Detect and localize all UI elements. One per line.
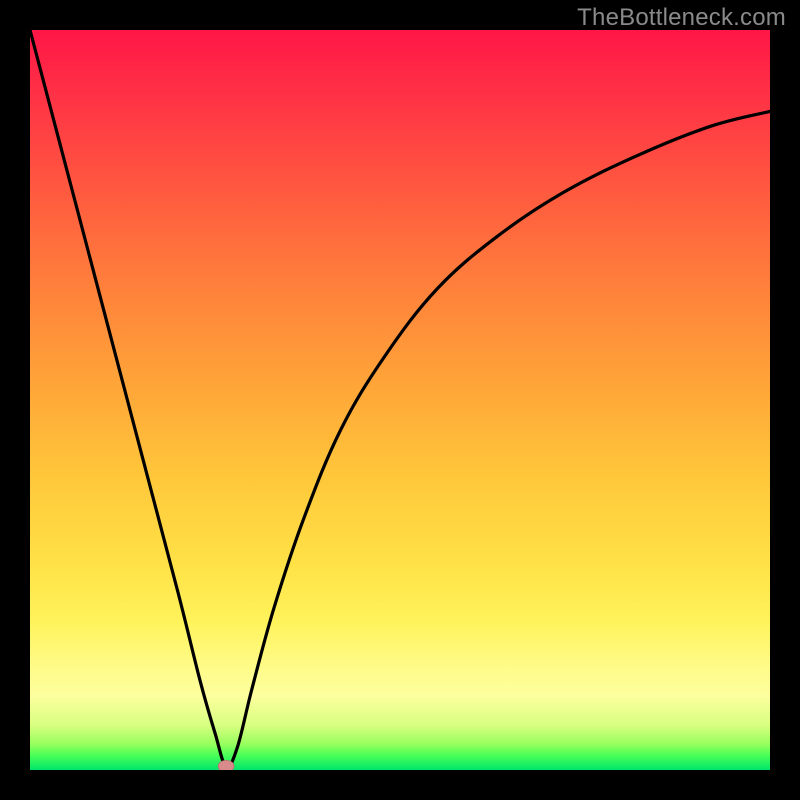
- curve-svg: [30, 30, 770, 770]
- chart-frame: TheBottleneck.com: [0, 0, 800, 800]
- minimum-marker: [218, 760, 234, 770]
- watermark-text: TheBottleneck.com: [577, 4, 786, 32]
- plot-area: [30, 30, 770, 770]
- bottleneck-curve: [30, 30, 770, 767]
